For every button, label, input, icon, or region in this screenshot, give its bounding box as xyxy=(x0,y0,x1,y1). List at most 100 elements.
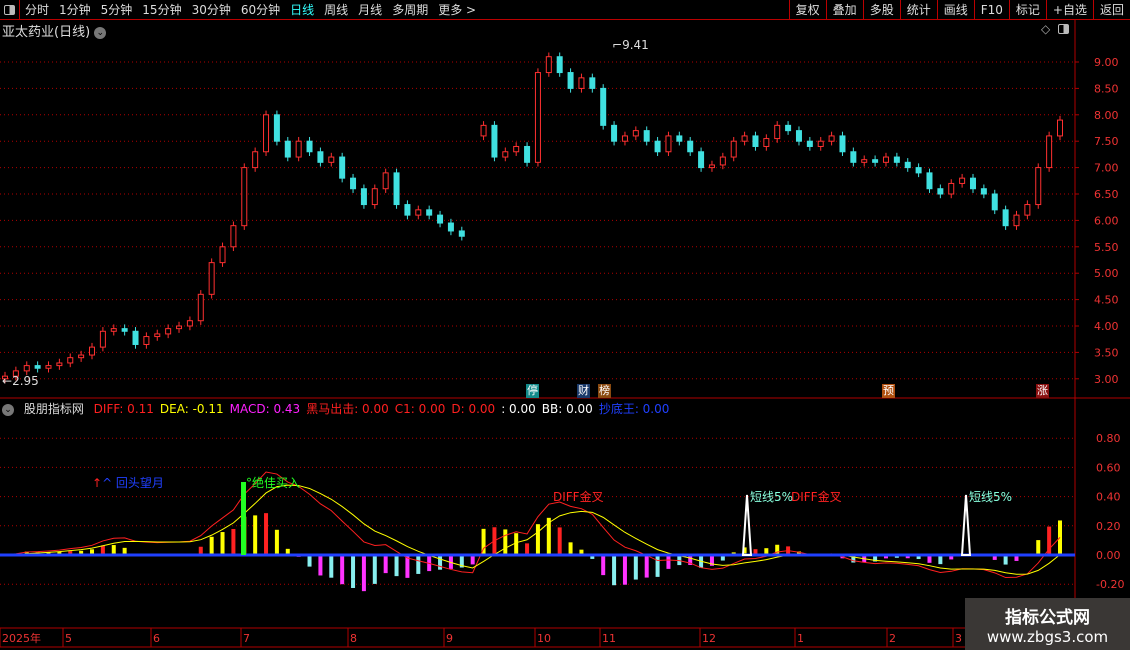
macd-bar xyxy=(601,555,606,576)
candle-body xyxy=(676,135,683,142)
candle-body xyxy=(230,225,237,248)
macd-bar xyxy=(666,555,671,569)
candle-body xyxy=(132,330,139,345)
candle-body xyxy=(763,138,770,147)
macd-bar xyxy=(503,529,508,555)
candle-body xyxy=(1013,214,1020,227)
price-tick-label: 5.00 xyxy=(1094,267,1119,280)
indicator-value: C1: 0.00 xyxy=(394,402,446,416)
candle-body xyxy=(350,177,357,190)
candle-body xyxy=(861,159,868,163)
candle-body xyxy=(186,320,193,327)
candle-body xyxy=(980,188,987,195)
candle-body xyxy=(480,124,487,137)
signal-short-2: 短线5% xyxy=(969,490,1013,504)
date-tick-label: 12 xyxy=(702,632,716,645)
candle-body xyxy=(165,328,172,335)
candle-body xyxy=(317,151,324,163)
macd-bar xyxy=(622,555,627,585)
macd-tick-label: 0.20 xyxy=(1096,520,1121,533)
macd-tick-label: 0.00 xyxy=(1096,549,1121,562)
candle-body xyxy=(263,114,270,153)
macd-bar xyxy=(612,555,617,586)
candle-body xyxy=(556,56,563,74)
candle-body xyxy=(741,135,748,142)
date-tick-label: 7 xyxy=(243,632,250,645)
candle-body xyxy=(828,135,835,142)
macd-tick-label: 0.80 xyxy=(1096,432,1121,445)
candle-body xyxy=(752,135,759,147)
candle-body xyxy=(219,246,226,264)
candle-body xyxy=(774,124,781,140)
candle-body xyxy=(698,151,705,169)
event-tag[interactable]: 预 xyxy=(882,384,895,398)
high-price-label: ⌐9.41 xyxy=(612,38,649,52)
candle-body xyxy=(404,204,411,216)
candle-body xyxy=(154,333,161,338)
event-tag[interactable]: 财 xyxy=(577,384,590,398)
macd-bar xyxy=(318,555,323,576)
macd-bar xyxy=(557,527,562,555)
macd-bar xyxy=(525,543,530,555)
candle-body xyxy=(241,167,248,227)
candle-body xyxy=(328,156,335,163)
event-tag[interactable]: 停 xyxy=(526,384,539,398)
candle-body xyxy=(959,177,966,184)
candle-body xyxy=(1057,119,1063,137)
chevron-down-icon[interactable]: ⌄ xyxy=(2,403,14,416)
candle-body xyxy=(665,135,672,153)
candle-body xyxy=(458,230,465,237)
candle-body xyxy=(730,140,737,158)
candle-body xyxy=(621,135,628,142)
date-tick-label: 1 xyxy=(797,632,804,645)
macd-bar xyxy=(372,555,377,584)
price-tick-label: 4.50 xyxy=(1094,294,1119,307)
watermark: 指标公式网 www.zbgs3.com xyxy=(965,598,1130,650)
candle-body xyxy=(23,365,30,372)
candle-body xyxy=(795,130,802,142)
macd-tick-label: 0.60 xyxy=(1096,461,1121,474)
candle-body xyxy=(839,135,846,153)
candle-body xyxy=(360,188,367,206)
macd-tick-label: -0.20 xyxy=(1096,578,1124,591)
candle-body xyxy=(567,72,574,89)
candle-body xyxy=(491,124,498,158)
price-tick-label: 6.00 xyxy=(1094,214,1119,227)
candle-body xyxy=(948,182,955,195)
candle-body xyxy=(904,161,911,169)
candle-body xyxy=(872,159,879,163)
price-tick-label: 8.50 xyxy=(1094,82,1119,95)
candle-body xyxy=(295,140,302,158)
candle-body xyxy=(45,365,52,369)
macd-bar xyxy=(677,555,682,566)
macd-bar xyxy=(568,542,573,555)
macd-bar xyxy=(231,528,236,555)
candle-body xyxy=(339,156,346,179)
dea-line xyxy=(4,484,1061,575)
price-tick-label: 9.00 xyxy=(1094,56,1119,69)
signal-diff-cross-2: DIFF金叉 xyxy=(791,490,842,504)
indicator-value: 黑马出击: 0.00 xyxy=(306,402,389,416)
price-tick-label: 4.00 xyxy=(1094,320,1119,333)
macd-bar xyxy=(361,555,366,592)
price-tick-label: 3.00 xyxy=(1094,373,1119,386)
macd-bar xyxy=(535,524,540,555)
candle-body xyxy=(437,214,444,224)
candle-body xyxy=(99,330,106,348)
candle-body xyxy=(110,328,117,332)
candle-body xyxy=(89,346,96,356)
candle-body xyxy=(273,114,280,142)
signal-bar xyxy=(241,482,246,555)
date-tick-label: 2025年 xyxy=(2,631,41,645)
price-tick-label: 8.00 xyxy=(1094,109,1119,122)
candle-body xyxy=(121,328,128,332)
indicator-name[interactable]: 股朋指标网 xyxy=(24,402,84,416)
event-tag[interactable]: 榜 xyxy=(598,384,611,398)
event-tag[interactable]: 涨 xyxy=(1036,384,1049,398)
candle-body xyxy=(719,156,726,166)
macd-bar xyxy=(274,529,279,555)
macd-bar xyxy=(514,533,519,555)
macd-bar xyxy=(394,555,399,577)
price-tick-label: 3.50 xyxy=(1094,346,1119,359)
indicator-value: DIFF: 0.11 xyxy=(93,402,154,416)
